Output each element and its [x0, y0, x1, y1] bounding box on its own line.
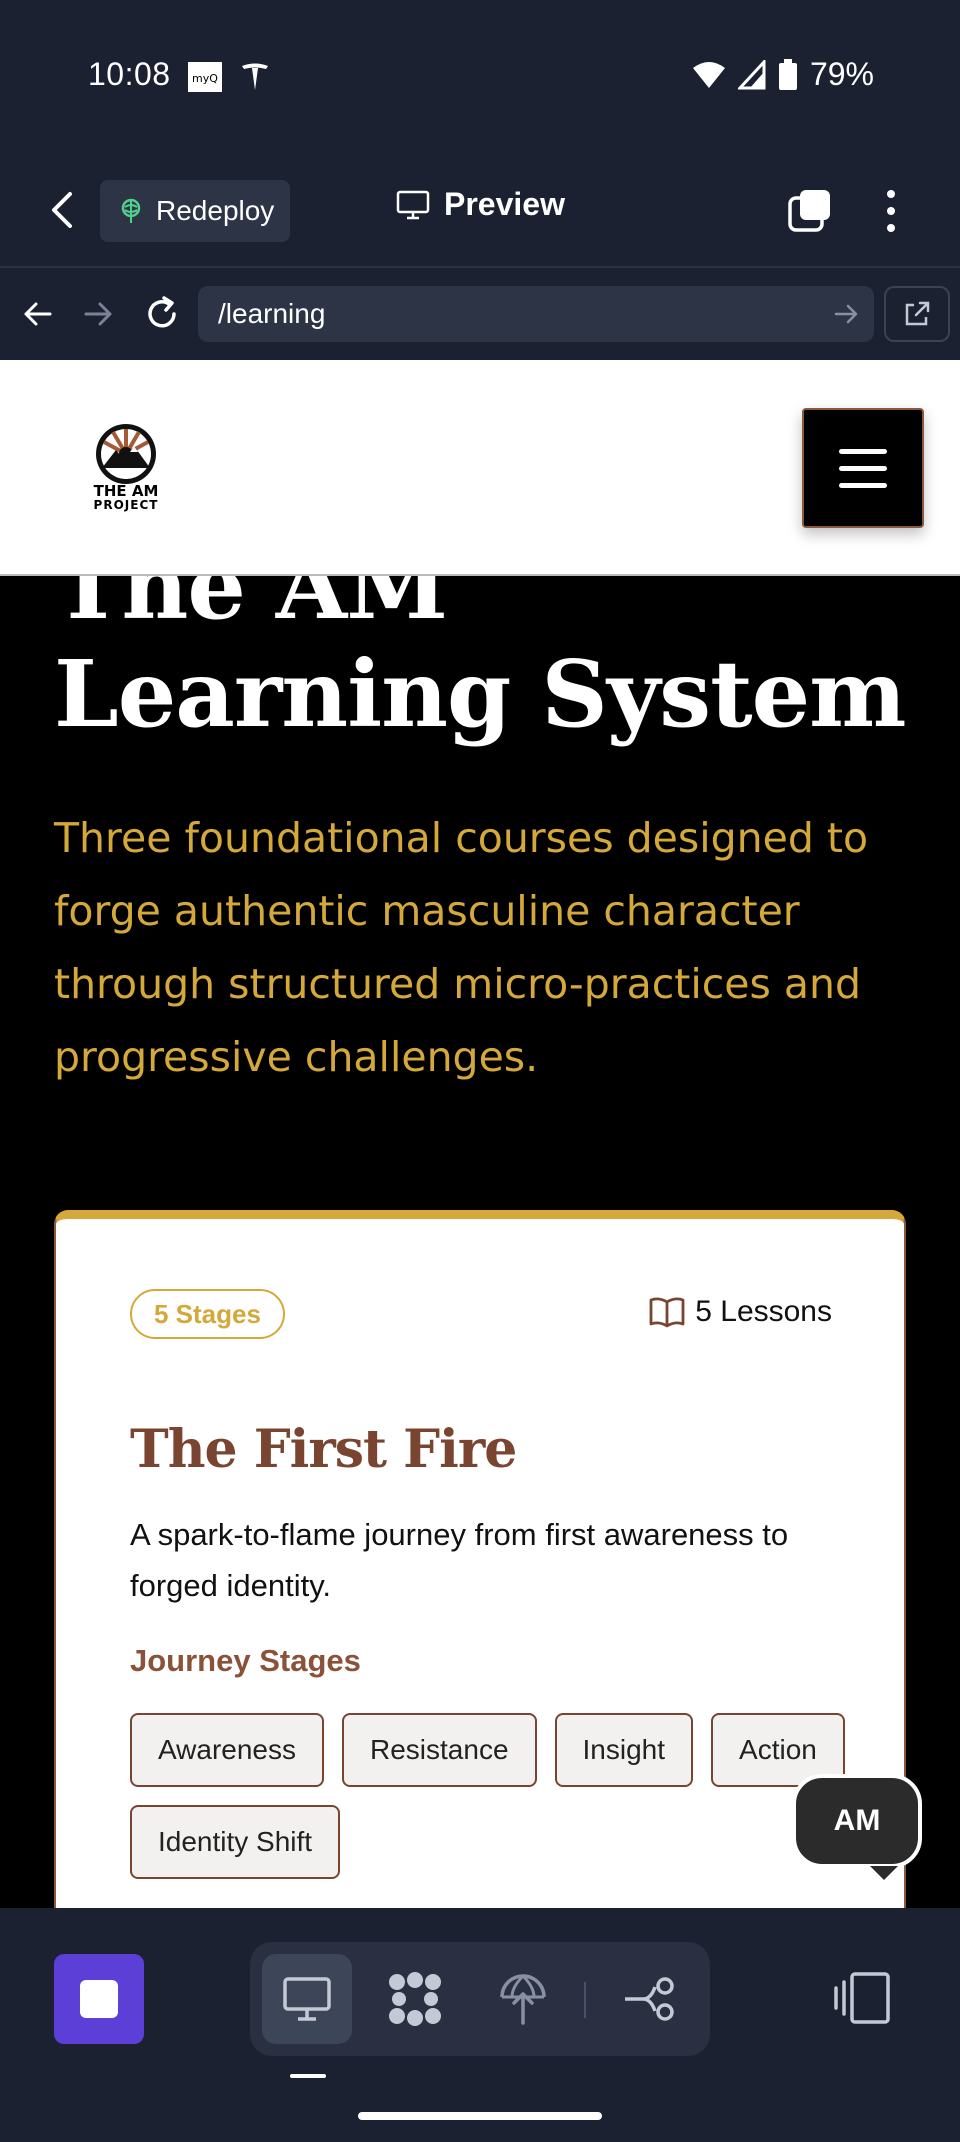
cell-signal-icon: [737, 59, 766, 89]
book-icon: [649, 1297, 685, 1328]
svg-text:myQ: myQ: [192, 72, 218, 85]
logo-wordmark: THE AM PROJECT: [84, 482, 168, 513]
menu-line: [839, 465, 887, 471]
hero-subtitle: Three foundational courses designed to f…: [54, 814, 869, 1081]
redeploy-label: Redeploy: [156, 195, 275, 226]
preview-view-button[interactable]: [262, 1954, 352, 2044]
stage-chips: Awareness Resistance Insight Action Iden…: [130, 1713, 850, 1879]
status-bar: 10:08 myQ 79%: [0, 0, 960, 150]
logo-line-2: PROJECT: [93, 498, 159, 512]
url-text: /learning: [218, 298, 326, 329]
branch-view-button[interactable]: [606, 1954, 696, 2044]
tesla-icon: [242, 63, 268, 90]
tabs-icon[interactable]: [788, 188, 832, 234]
branch-nodes-icon: [625, 1977, 674, 2021]
battery-percent: 79%: [809, 56, 874, 92]
open-external-button[interactable]: [884, 286, 950, 342]
home-indicator[interactable]: [358, 2112, 602, 2120]
back-chevron-icon[interactable]: [44, 188, 84, 232]
workflow-view-button[interactable]: [370, 1954, 460, 2044]
active-tab-indicator: [290, 2074, 326, 2078]
more-options-icon[interactable]: [880, 188, 902, 234]
dots-grid-icon: [389, 1972, 441, 2026]
deploy-globe-icon: [500, 1974, 546, 2025]
view-divider: [584, 1982, 586, 2018]
nav-back-icon[interactable]: [18, 294, 58, 334]
bottom-bar: [0, 1908, 960, 2142]
course-title: The First Fire: [130, 1419, 517, 1480]
stop-button[interactable]: [54, 1954, 144, 2044]
stage-chip-resistance[interactable]: Resistance: [342, 1713, 537, 1787]
redeploy-icon: [121, 198, 141, 223]
battery-icon: [778, 58, 797, 90]
side-panel-icon[interactable]: [832, 1970, 892, 2026]
status-time: 10:08: [88, 56, 171, 92]
stage-chip-insight[interactable]: Insight: [554, 1713, 694, 1787]
nav-forward-icon[interactable]: [78, 294, 118, 334]
lessons-label: 5 Lessons: [695, 1295, 832, 1328]
monitor-icon: [283, 1977, 331, 2021]
status-indicators: 79%: [692, 56, 874, 93]
monitor-icon: [396, 190, 430, 219]
course-card[interactable]: 5 Stages 5 Lessons The First Fire A spar…: [54, 1210, 906, 1908]
deploy-view-button[interactable]: [478, 1954, 568, 2044]
stages-badge: 5 Stages: [130, 1289, 285, 1339]
lessons-count: 5 Lessons: [649, 1295, 832, 1329]
stop-icon: [80, 1980, 118, 2018]
redeploy-button[interactable]: Redeploy: [100, 180, 290, 242]
external-link-icon: [905, 301, 930, 326]
go-arrow-icon[interactable]: [832, 300, 860, 328]
web-viewport: THE AM PROJECT The AM Learning System Th…: [0, 360, 960, 1908]
reload-icon[interactable]: [142, 294, 182, 334]
view-switcher: [250, 1942, 710, 2056]
preview-toolbar: Redeploy Preview: [0, 150, 960, 268]
course-description: A spark-to-flame journey from first awar…: [130, 1517, 789, 1603]
wifi-icon: [692, 61, 725, 88]
menu-line: [839, 482, 887, 488]
url-input[interactable]: /learning: [198, 286, 874, 342]
url-bar: /learning: [0, 270, 960, 360]
hamburger-menu-button[interactable]: [802, 408, 924, 528]
menu-line: [839, 448, 887, 454]
stage-chip-identity-shift[interactable]: Identity Shift: [130, 1805, 341, 1879]
chat-bubble-caret: [870, 1866, 898, 1880]
myq-icon: myQ: [188, 62, 222, 92]
site-header: THE AM PROJECT: [0, 360, 960, 576]
stage-chip-awareness[interactable]: Awareness: [130, 1713, 325, 1787]
preview-label: Preview: [444, 186, 565, 222]
journey-stages-heading: Journey Stages: [130, 1643, 361, 1678]
preview-title: Preview: [396, 186, 565, 223]
logo-line-1: THE AM: [93, 482, 159, 500]
am-chat-bubble[interactable]: AM: [792, 1774, 922, 1868]
